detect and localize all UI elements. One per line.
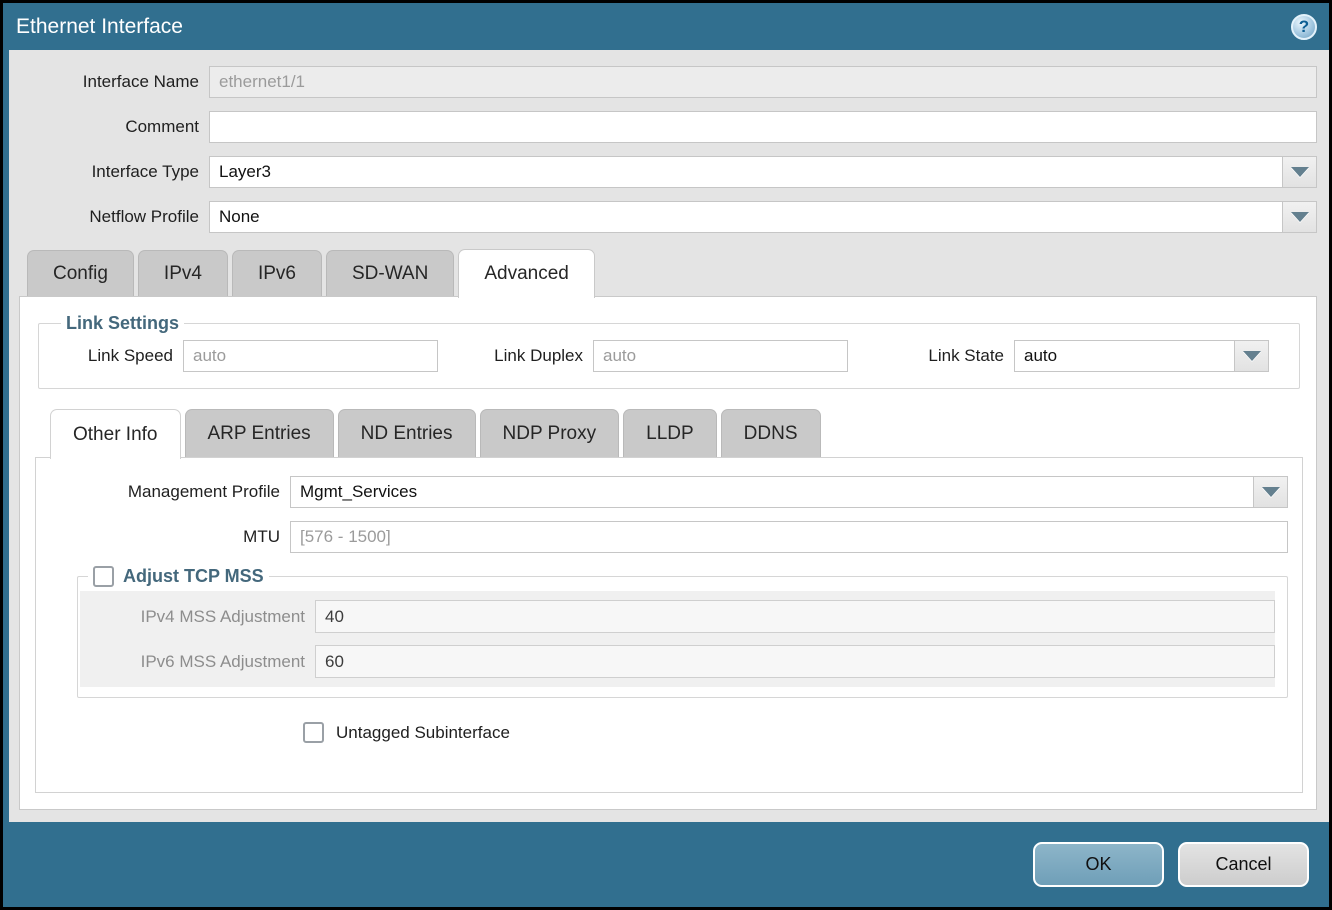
netflow-profile-dropdown-button[interactable] [1282, 202, 1316, 232]
cancel-button[interactable]: Cancel [1178, 842, 1309, 887]
subtab-lldp[interactable]: LLDP [623, 409, 717, 457]
adjust-tcp-mss-legend: Adjust TCP MSS [88, 566, 269, 587]
adjust-tcp-mss-checkbox[interactable] [93, 566, 114, 587]
dialog-body: Interface Name Comment Interface Type La… [9, 50, 1329, 822]
dialog-title: Ethernet Interface [16, 15, 183, 39]
chevron-down-icon [1291, 212, 1309, 222]
comment-field[interactable] [209, 111, 1317, 143]
mtu-label: MTU [50, 527, 290, 547]
tab-ipv6[interactable]: IPv6 [232, 250, 322, 296]
main-tab-bar: Config IPv4 IPv6 SD-WAN Advanced [27, 249, 1317, 296]
ipv6-mss-label: IPv6 MSS Adjustment [80, 652, 315, 672]
adjust-tcp-mss-legend-text: Adjust TCP MSS [123, 566, 264, 587]
subtab-ndp-proxy[interactable]: NDP Proxy [480, 409, 620, 457]
management-profile-dropdown-button[interactable] [1253, 477, 1287, 507]
mss-disabled-area: IPv4 MSS Adjustment IPv6 MSS Adjustment [80, 591, 1275, 687]
ipv4-mss-field [315, 600, 1275, 633]
subtab-ddns[interactable]: DDNS [721, 409, 821, 457]
link-state-dropdown[interactable]: auto [1014, 340, 1269, 372]
help-icon[interactable]: ? [1291, 14, 1317, 40]
netflow-profile-dropdown[interactable]: None [209, 201, 1317, 233]
link-state-value: auto [1015, 341, 1234, 371]
advanced-tab-panel: Link Settings Link Speed Link Duplex Lin… [19, 296, 1317, 810]
mtu-field[interactable] [290, 521, 1288, 553]
chevron-down-icon [1291, 167, 1309, 177]
link-speed-field[interactable] [183, 340, 438, 372]
untagged-subinterface-label: Untagged Subinterface [336, 723, 510, 743]
sub-tab-bar: Other Info ARP Entries ND Entries NDP Pr… [50, 409, 1303, 457]
chevron-down-icon [1262, 487, 1280, 497]
link-settings-row: Link Speed Link Duplex Link State auto [53, 340, 1285, 372]
mtu-row: MTU [50, 521, 1288, 553]
link-state-label: Link State [928, 346, 1014, 366]
interface-name-row: Interface Name [19, 66, 1317, 98]
tab-config[interactable]: Config [27, 250, 134, 296]
ipv4-mss-label: IPv4 MSS Adjustment [80, 607, 315, 627]
interface-type-dropdown[interactable]: Layer3 [209, 156, 1317, 188]
netflow-profile-label: Netflow Profile [19, 207, 209, 227]
interface-type-dropdown-button[interactable] [1282, 157, 1316, 187]
link-duplex-field[interactable] [593, 340, 848, 372]
interface-type-label: Interface Type [19, 162, 209, 182]
footer-bar: OK Cancel [3, 822, 1329, 907]
tab-ipv4[interactable]: IPv4 [138, 250, 228, 296]
subtab-arp-entries[interactable]: ARP Entries [185, 409, 334, 457]
interface-type-row: Interface Type Layer3 [19, 156, 1317, 188]
title-bar: Ethernet Interface ? [3, 3, 1329, 50]
interface-name-field [209, 66, 1317, 98]
other-info-panel: Management Profile Mgmt_Services MTU [35, 457, 1303, 793]
interface-name-label: Interface Name [19, 72, 209, 92]
link-settings-fieldset: Link Settings Link Speed Link Duplex Lin… [38, 313, 1300, 389]
ipv6-mss-field [315, 645, 1275, 678]
adjust-tcp-mss-fieldset: Adjust TCP MSS IPv4 MSS Adjustment IPv6 … [77, 566, 1288, 698]
netflow-profile-value: None [210, 202, 1282, 232]
interface-type-value: Layer3 [210, 157, 1282, 187]
netflow-profile-row: Netflow Profile None [19, 201, 1317, 233]
untagged-subinterface-checkbox[interactable] [303, 722, 324, 743]
subtab-nd-entries[interactable]: ND Entries [338, 409, 476, 457]
tab-advanced[interactable]: Advanced [458, 249, 595, 298]
link-duplex-label: Link Duplex [488, 346, 593, 366]
untagged-subinterface-row: Untagged Subinterface [303, 722, 1288, 743]
ethernet-interface-dialog: Ethernet Interface ? Interface Name Comm… [3, 3, 1329, 907]
management-profile-label: Management Profile [50, 482, 290, 502]
ok-button[interactable]: OK [1033, 842, 1164, 887]
subtab-other-info[interactable]: Other Info [50, 409, 181, 459]
screen-background: Ethernet Interface ? Interface Name Comm… [0, 0, 1332, 910]
management-profile-value: Mgmt_Services [291, 477, 1253, 507]
chevron-down-icon [1243, 351, 1261, 361]
ipv6-mss-row: IPv6 MSS Adjustment [80, 645, 1275, 678]
management-profile-row: Management Profile Mgmt_Services [50, 476, 1288, 508]
comment-label: Comment [19, 117, 209, 137]
management-profile-dropdown[interactable]: Mgmt_Services [290, 476, 1288, 508]
tab-sdwan[interactable]: SD-WAN [326, 250, 454, 296]
comment-row: Comment [19, 111, 1317, 143]
ipv4-mss-row: IPv4 MSS Adjustment [80, 600, 1275, 633]
link-state-dropdown-button[interactable] [1234, 341, 1268, 371]
link-settings-legend: Link Settings [61, 313, 184, 334]
link-speed-label: Link Speed [53, 346, 183, 366]
